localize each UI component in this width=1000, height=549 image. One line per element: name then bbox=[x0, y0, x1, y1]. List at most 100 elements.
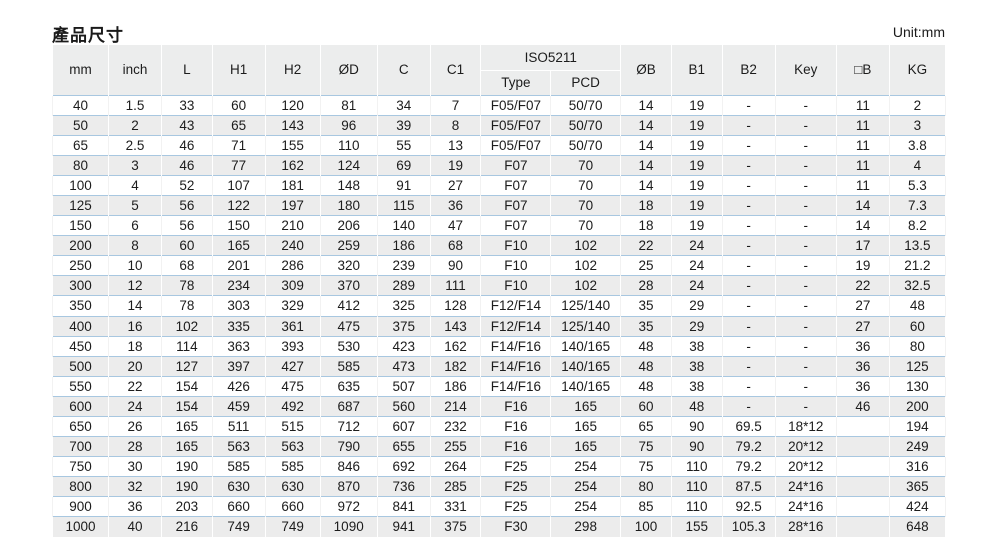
cell-c: 186 bbox=[376, 235, 431, 256]
cell-mm: 80 bbox=[51, 154, 110, 176]
cell-ob: 80 bbox=[620, 476, 672, 497]
cell-ob: 22 bbox=[620, 235, 672, 256]
cell-key: - bbox=[774, 375, 837, 397]
cell-od: 96 bbox=[319, 114, 378, 136]
col-header-kg: KG bbox=[888, 45, 947, 95]
cell-kg: 3.8 bbox=[888, 134, 947, 156]
cell-type: F30 bbox=[480, 516, 552, 538]
cell-pcd: 102 bbox=[550, 235, 622, 256]
cell-h1: 511 bbox=[211, 415, 266, 437]
cell-l: 46 bbox=[160, 154, 213, 176]
cell-type: F05/F07 bbox=[480, 94, 552, 116]
cell-b2: - bbox=[721, 235, 776, 256]
cell-c: 607 bbox=[376, 415, 431, 437]
cell-type: F14/F16 bbox=[480, 375, 552, 397]
cell-b2: - bbox=[721, 94, 776, 116]
cell-key: - bbox=[774, 315, 837, 337]
cell-ob: 75 bbox=[620, 436, 672, 457]
cell-h1: 165 bbox=[211, 235, 266, 256]
cell-pcd: 125/140 bbox=[550, 315, 622, 337]
cell-type: F10 bbox=[480, 275, 552, 296]
dimensions-table: mm inch L H1 H2 ØD C C1 ISO5211 ØB B1 B2… bbox=[51, 45, 947, 538]
cell-pcd: 140/165 bbox=[550, 375, 622, 397]
cell-kg: 365 bbox=[888, 476, 947, 497]
cell-b2: - bbox=[721, 114, 776, 136]
cell-l: 216 bbox=[160, 516, 213, 538]
cell-od: 972 bbox=[319, 496, 378, 517]
cell-key: - bbox=[774, 194, 837, 216]
cell-l: 102 bbox=[160, 315, 213, 337]
cell-type: F14/F16 bbox=[480, 355, 552, 377]
cell-b1: 19 bbox=[670, 134, 723, 156]
cell-sqb: 36 bbox=[835, 375, 890, 397]
cell-h2: 210 bbox=[264, 215, 321, 236]
cell-c: 692 bbox=[376, 456, 431, 477]
cell-od: 81 bbox=[319, 94, 378, 116]
cell-pcd: 298 bbox=[550, 516, 622, 538]
cell-pcd: 70 bbox=[550, 154, 622, 176]
cell-h2: 143 bbox=[264, 114, 321, 136]
cell-b1: 110 bbox=[670, 476, 723, 497]
cell-c: 375 bbox=[376, 315, 431, 337]
cell-c: 91 bbox=[376, 174, 431, 196]
cell-key: - bbox=[774, 335, 837, 357]
cell-h1: 122 bbox=[211, 194, 266, 216]
cell-b1: 48 bbox=[670, 395, 723, 417]
cell-c1: 128 bbox=[429, 295, 482, 317]
cell-ob: 14 bbox=[620, 114, 672, 136]
cell-inch: 5 bbox=[108, 194, 162, 216]
table-row: 1000 40 216 749 749 1090 941 375 F30 298 100 155 105… bbox=[51, 516, 947, 538]
dimensions-table-container: mm inch L H1 H2 ØD C C1 ISO5211 ØB B1 B2… bbox=[51, 45, 947, 538]
col-header-od: ØD bbox=[319, 45, 378, 95]
cell-l: 56 bbox=[160, 194, 213, 216]
cell-h2: 197 bbox=[264, 194, 321, 216]
table-row: 40 1.5 33 60 120 81 34 7 F05/F07 50/70 14 19- -11 2 bbox=[51, 94, 947, 116]
col-header-c1: C1 bbox=[429, 45, 482, 95]
cell-b1: 38 bbox=[670, 355, 723, 377]
cell-l: 78 bbox=[160, 275, 213, 296]
cell-kg: 424 bbox=[888, 496, 947, 517]
cell-c: 34 bbox=[376, 94, 431, 116]
col-header-b2: B2 bbox=[721, 45, 776, 95]
cell-h1: 303 bbox=[211, 295, 266, 317]
table-row: 300 12 78 234 309 370 289 111 F10 102 28 24- -22 32.5 bbox=[51, 275, 947, 296]
cell-od: 530 bbox=[319, 335, 378, 357]
cell-h1: 234 bbox=[211, 275, 266, 296]
cell-h2: 240 bbox=[264, 235, 321, 256]
table-header: mm inch L H1 H2 ØD C C1 ISO5211 ØB B1 B2… bbox=[51, 45, 947, 95]
cell-pcd: 165 bbox=[550, 415, 622, 437]
cell-h2: 630 bbox=[264, 476, 321, 497]
cell-inch: 24 bbox=[108, 395, 162, 417]
cell-c1: 7 bbox=[429, 94, 482, 116]
cell-h2: 475 bbox=[264, 375, 321, 397]
cell-b1: 110 bbox=[670, 456, 723, 477]
cell-sqb: 19 bbox=[835, 255, 890, 276]
cell-b1: 19 bbox=[670, 114, 723, 136]
cell-sqb: 11 bbox=[835, 114, 890, 136]
cell-l: 165 bbox=[160, 415, 213, 437]
col-header-iso-type: Type bbox=[480, 70, 552, 95]
cell-b2: 105.3 bbox=[721, 516, 776, 538]
cell-inch: 2 bbox=[108, 114, 162, 136]
cell-b2: - bbox=[721, 375, 776, 397]
cell-ob: 100 bbox=[620, 516, 672, 538]
cell-ob: 18 bbox=[620, 194, 672, 216]
cell-sqb: 36 bbox=[835, 335, 890, 357]
cell-ob: 75 bbox=[620, 456, 672, 477]
cell-h1: 201 bbox=[211, 255, 266, 276]
cell-b1: 19 bbox=[670, 194, 723, 216]
col-header-b1: B1 bbox=[670, 45, 723, 95]
cell-kg: 125 bbox=[888, 355, 947, 377]
table-row: 550 22 154 426 475 635 507 186 F14/F16 140/165 48 3… bbox=[51, 375, 947, 397]
cell-c: 473 bbox=[376, 355, 431, 377]
cell-ob: 14 bbox=[620, 154, 672, 176]
header-row-top: mm inch L H1 H2 ØD C C1 ISO5211 ØB B1 B2… bbox=[51, 45, 947, 95]
cell-inch: 12 bbox=[108, 275, 162, 296]
cell-c1: 47 bbox=[429, 215, 482, 236]
cell-b2: 69.5 bbox=[721, 415, 776, 437]
cell-mm: 550 bbox=[51, 375, 110, 397]
cell-h2: 361 bbox=[264, 315, 321, 337]
cell-kg: 130 bbox=[888, 375, 947, 397]
cell-sqb: 11 bbox=[835, 134, 890, 156]
cell-pcd: 102 bbox=[550, 275, 622, 296]
